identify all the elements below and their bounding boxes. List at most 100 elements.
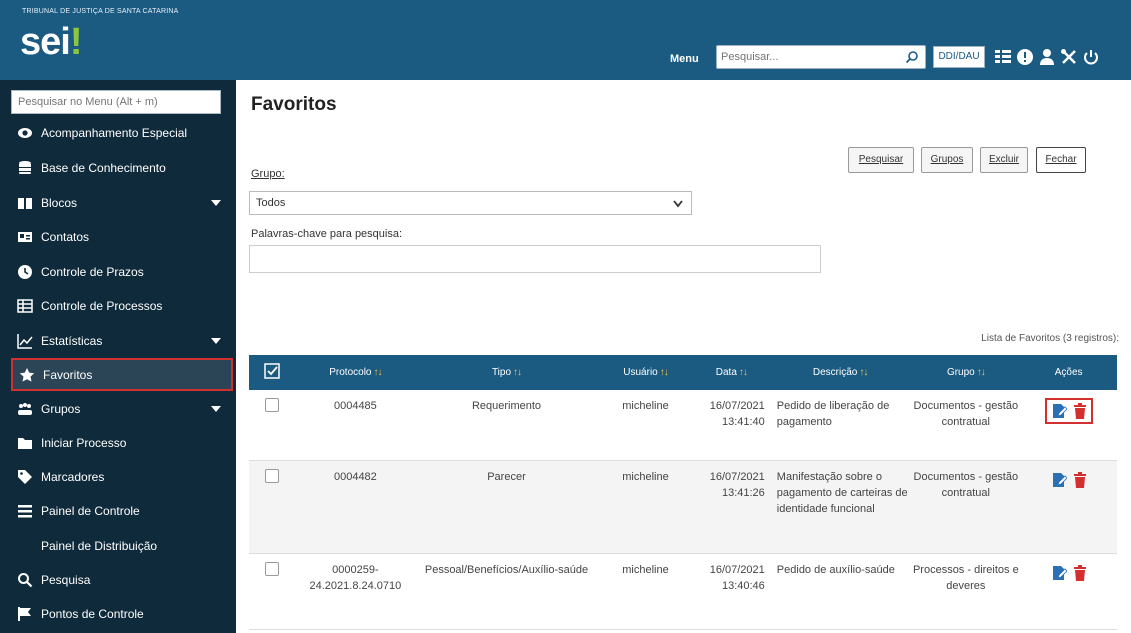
menu-search[interactable] <box>11 90 221 114</box>
table-header-row: Protocolo ↑↓ Tipo ↑↓ Usuário ↑↓ Data ↑↓ Desc… <box>249 355 1117 390</box>
tipo-cell: Requerimento <box>415 390 598 461</box>
checkbox-checked-icon[interactable] <box>264 363 280 379</box>
col-descricao[interactable]: Descrição ↑↓ <box>768 355 912 390</box>
sidebar-item-pontos-de-controle[interactable]: Pontos de Controle <box>11 599 233 629</box>
col-usuario[interactable]: Usuário ↑↓ <box>597 355 694 390</box>
sidebar-item-blocos[interactable]: Blocos <box>11 188 233 218</box>
data-time: 13:41:26 <box>721 486 765 499</box>
search-icon[interactable] <box>905 50 919 64</box>
sidebar-item-acompanhamento-especial[interactable]: Acompanhamento Especial <box>11 118 233 148</box>
row-checkbox-cell[interactable] <box>249 460 295 554</box>
row-checkbox[interactable] <box>264 561 279 576</box>
sidebar-item-favoritos[interactable]: Favoritos <box>11 358 233 391</box>
sei-logo[interactable]: sei! <box>20 22 82 62</box>
edit-document-icon[interactable] <box>1051 472 1067 488</box>
sidebar-item-pesquisa[interactable]: Pesquisa <box>11 565 233 595</box>
sidebar-item-controle-de-processos[interactable]: Controle de Processos <box>11 291 233 321</box>
menu-search-input[interactable] <box>12 91 220 113</box>
sort-icon[interactable]: ↑↓ <box>660 367 669 378</box>
menu-icon <box>18 505 32 518</box>
data-time: 13:40:46 <box>721 579 765 592</box>
col-data[interactable]: Data ↑↓ <box>693 355 769 390</box>
menu-toggle[interactable]: Menu <box>670 53 699 65</box>
sidebar-item-contatos[interactable]: Contatos <box>11 222 233 252</box>
sidebar-item-iniciar-processo[interactable]: Iniciar Processo <box>11 428 233 458</box>
sidebar-item-painel-de-distribuicao[interactable]: Painel de Distribuição <box>11 531 233 561</box>
info-icon[interactable] <box>1016 48 1034 66</box>
clock-icon <box>18 265 32 279</box>
sidebar-item-controle-de-prazos[interactable]: Controle de Prazos <box>11 257 233 287</box>
sidebar-item-label: Marcadores <box>41 470 105 484</box>
fechar-button[interactable]: Fechar <box>1036 147 1086 173</box>
header-search-input[interactable] <box>721 49 891 65</box>
grupos-button[interactable]: Grupos <box>921 147 973 173</box>
select-all-cell[interactable] <box>249 355 295 390</box>
col-tipo[interactable]: Tipo ↑↓ <box>415 355 598 390</box>
usuario-cell: micheline <box>597 460 694 554</box>
acoes-cell <box>1020 390 1117 461</box>
contacts-icon <box>18 232 32 242</box>
sidebar-item-grupos[interactable]: Grupos <box>11 394 233 424</box>
sort-icon[interactable]: ↑↓ <box>374 367 383 378</box>
column-label: Protocolo <box>329 367 372 378</box>
sidebar-item-marcadores[interactable]: Marcadores <box>11 462 233 492</box>
pesquisar-button[interactable]: Pesquisar <box>848 147 914 173</box>
top-header: TRIBUNAL DE JUSTIÇA DE SANTA CATARINA se… <box>0 0 1131 80</box>
grupo-cell: Documentos - gestão contratual <box>911 390 1021 461</box>
excluir-button[interactable]: Excluir <box>980 147 1028 173</box>
tools-icon[interactable] <box>1060 48 1078 66</box>
trash-icon[interactable] <box>1073 564 1087 581</box>
grupo-select[interactable]: Todos <box>249 191 692 215</box>
sort-icon[interactable]: ↑↓ <box>859 367 868 378</box>
data-cell: 16/07/2021 13:41:40 <box>693 390 769 461</box>
page-title: Favoritos <box>251 94 337 115</box>
grid-icon[interactable] <box>994 48 1012 66</box>
table-row: 0000259-24.2021.8.24.0710 Pessoal/Benefí… <box>249 553 1117 630</box>
sidebar-item-estatisticas[interactable]: Estatísticas <box>11 326 233 356</box>
row-checkbox-cell[interactable] <box>249 390 295 461</box>
sidebar-item-label: Base de Conhecimento <box>41 161 166 175</box>
row-checkbox[interactable] <box>264 468 279 483</box>
usuario-cell: micheline <box>597 390 694 461</box>
header-search[interactable] <box>716 45 926 69</box>
chevron-down-icon[interactable] <box>211 200 221 206</box>
row-checkbox-cell[interactable] <box>249 553 295 630</box>
sort-icon[interactable]: ↑↓ <box>739 367 748 378</box>
protocolo-cell[interactable]: 0004485 <box>294 390 416 461</box>
lista-caption: Lista de Favoritos (3 registros): <box>981 333 1119 344</box>
column-label: Grupo <box>946 367 975 378</box>
flag-icon <box>18 607 31 621</box>
eye-icon <box>18 128 32 138</box>
palavras-chave-label: Palavras-chave para pesquisa: <box>251 228 403 240</box>
grupo-cell: Documentos - gestão contratual <box>911 460 1021 554</box>
sidebar-item-label: Pontos de Controle <box>41 607 144 621</box>
row-checkbox[interactable] <box>264 398 279 412</box>
edit-document-icon[interactable] <box>1051 565 1067 581</box>
sidebar-item-label: Blocos <box>41 196 78 210</box>
protocolo-cell[interactable]: 0004482 <box>294 460 416 554</box>
col-grupo[interactable]: Grupo ↑↓ <box>911 355 1021 390</box>
trash-icon[interactable] <box>1073 403 1087 419</box>
descricao-cell: Manifestação sobre o pagamento de cartei… <box>768 460 912 554</box>
chevron-down-icon[interactable] <box>211 406 221 412</box>
palavras-chave-input[interactable] <box>249 245 821 273</box>
column-label: Usuário <box>623 367 658 378</box>
user-icon[interactable] <box>1038 48 1056 66</box>
trash-icon[interactable] <box>1073 471 1087 488</box>
power-icon[interactable] <box>1082 48 1100 66</box>
sidebar-item-label: Estatísticas <box>41 334 103 348</box>
sort-icon[interactable]: ↑↓ <box>513 367 522 378</box>
col-protocolo[interactable]: Protocolo ↑↓ <box>294 355 416 390</box>
tipo-cell: Pessoal/Benefícios/Auxílio-saúde <box>415 553 598 630</box>
unit-selector[interactable]: DDI/DAU <box>933 46 985 68</box>
edit-document-icon[interactable] <box>1051 403 1067 419</box>
column-label: Ações <box>1054 367 1083 378</box>
grupo-cell: Processos - direitos e deveres <box>911 553 1021 630</box>
sort-icon[interactable]: ↑↓ <box>977 367 986 378</box>
column-label: Descrição <box>812 367 858 378</box>
protocolo-cell[interactable]: 0000259-24.2021.8.24.0710 <box>294 553 416 630</box>
sidebar-item-painel-de-controle[interactable]: Painel de Controle <box>11 496 233 526</box>
col-acoes: Ações <box>1020 355 1117 390</box>
chevron-down-icon[interactable] <box>211 338 221 344</box>
sidebar-item-base-de-conhecimento[interactable]: Base de Conhecimento <box>11 153 233 183</box>
